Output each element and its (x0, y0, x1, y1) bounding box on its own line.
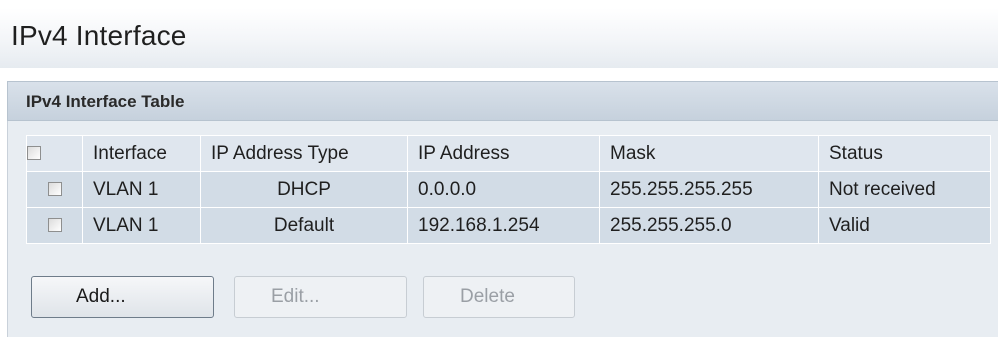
table-row[interactable]: VLAN 1 DHCP 0.0.0.0 255.255.255.255 Not … (26, 171, 991, 208)
cell-status: Valid (818, 207, 991, 244)
table-actions: Add... Edit... Delete (26, 276, 998, 321)
cell-ip-address: 192.168.1.254 (407, 207, 600, 244)
column-header-status[interactable]: Status (818, 135, 991, 172)
select-all-checkbox[interactable] (27, 146, 41, 161)
cell-mask: 255.255.255.0 (599, 207, 819, 244)
cell-ip-address-type: DHCP (200, 171, 408, 208)
select-all-cell (26, 135, 83, 172)
table-row[interactable]: VLAN 1 Default 192.168.1.254 255.255.255… (26, 207, 991, 244)
cell-interface: VLAN 1 (82, 207, 201, 244)
column-header-mask[interactable]: Mask (599, 135, 819, 172)
cell-status: Not received (818, 171, 991, 208)
ipv4-interface-table: Interface IP Address Type IP Address Mas… (26, 135, 991, 244)
row-checkbox[interactable] (47, 218, 62, 233)
delete-button[interactable]: Delete (423, 276, 575, 318)
add-button[interactable]: Add... (31, 276, 214, 318)
column-header-ip-address-type[interactable]: IP Address Type (200, 135, 408, 172)
column-header-interface[interactable]: Interface (82, 135, 201, 172)
page: IPv4 Interface IPv4 Interface Table Inte… (0, 0, 998, 347)
row-checkbox[interactable] (47, 182, 62, 197)
table-panel-header: IPv4 Interface Table (7, 81, 998, 121)
table-title: IPv4 Interface Table (26, 92, 185, 111)
edit-button[interactable]: Edit... (234, 276, 407, 318)
cell-interface: VLAN 1 (82, 171, 201, 208)
cell-ip-address: 0.0.0.0 (407, 171, 600, 208)
column-header-ip-address[interactable]: IP Address (407, 135, 600, 172)
cell-mask: 255.255.255.255 (599, 171, 819, 208)
table-header-row: Interface IP Address Type IP Address Mas… (26, 135, 991, 172)
row-select-cell (26, 207, 83, 244)
row-select-cell (26, 171, 83, 208)
cell-ip-address-type: Default (200, 207, 408, 244)
page-title: IPv4 Interface (11, 20, 187, 51)
